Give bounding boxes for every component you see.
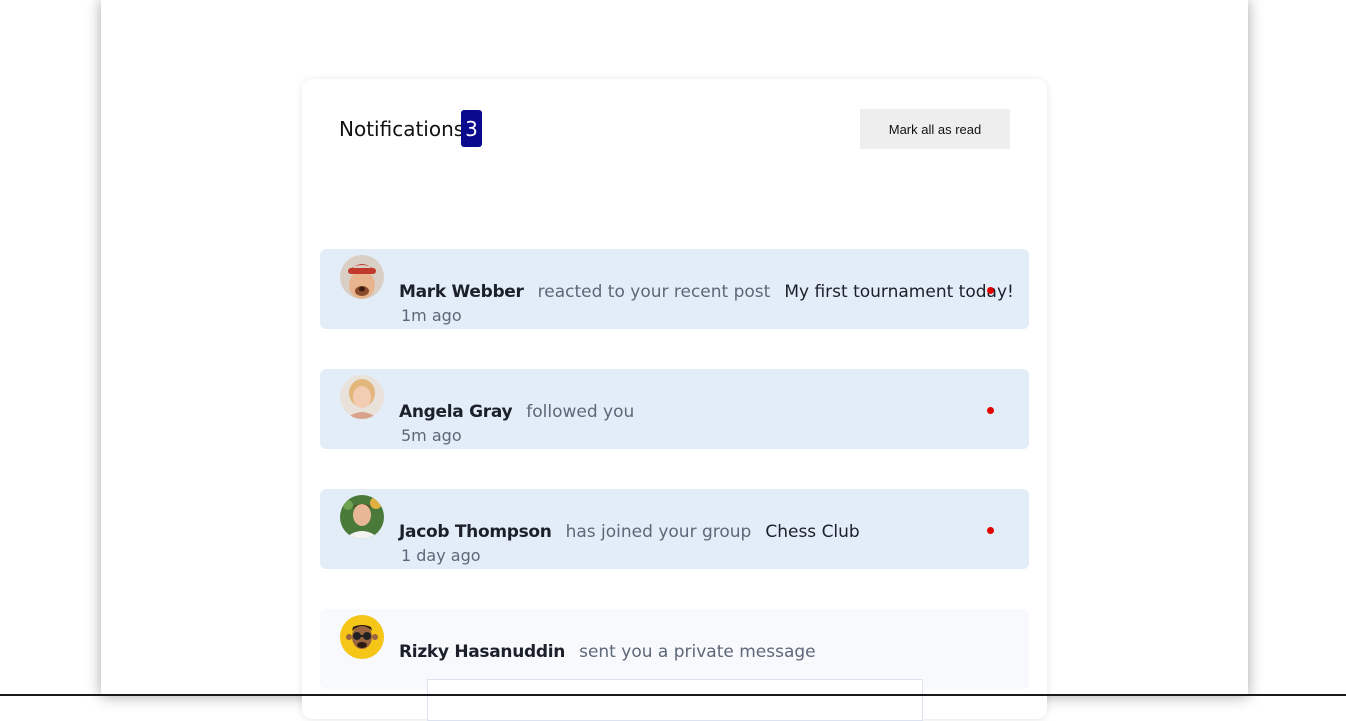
notification-action: followed you	[526, 402, 635, 422]
notification-item[interactable]: Mark Webber reacted to your recent post …	[320, 249, 1029, 329]
avatar[interactable]	[340, 255, 384, 299]
user-name[interactable]: Angela Gray	[399, 402, 513, 422]
avatar[interactable]	[340, 375, 384, 419]
avatar[interactable]	[340, 495, 384, 539]
private-message-preview[interactable]	[427, 679, 923, 721]
group-link[interactable]: Chess Club	[765, 522, 859, 542]
post-link[interactable]: My first tournament today!	[784, 282, 1014, 302]
notifications-card: Notifications 3 Mark all as read Mark We…	[302, 79, 1047, 721]
user-name[interactable]: Rizky Hasanuddin	[399, 642, 565, 662]
notification-action: has joined your group	[565, 522, 752, 542]
notification-item[interactable]: Jacob Thompson has joined your group Che…	[320, 489, 1029, 569]
unread-count-badge: 3	[461, 110, 482, 147]
unread-dot-icon	[987, 407, 994, 414]
page-title: Notifications	[339, 117, 465, 141]
user-name[interactable]: Mark Webber	[399, 282, 524, 302]
notification-action: sent you a private message	[579, 642, 816, 662]
avatar[interactable]	[340, 615, 384, 659]
notification-item[interactable]: Angela Gray followed you 5m ago	[320, 369, 1029, 449]
unread-dot-icon	[987, 287, 994, 294]
timestamp: 1 day ago	[401, 546, 481, 565]
notification-action: reacted to your recent post	[537, 282, 771, 302]
user-name[interactable]: Jacob Thompson	[399, 522, 552, 542]
timestamp: 5m ago	[401, 426, 462, 445]
mark-all-read-button[interactable]: Mark all as read	[860, 109, 1010, 149]
timestamp: 1m ago	[401, 306, 462, 325]
unread-dot-icon	[987, 527, 994, 534]
notification-item[interactable]: Rizky Hasanuddin sent you a private mess…	[320, 609, 1029, 721]
